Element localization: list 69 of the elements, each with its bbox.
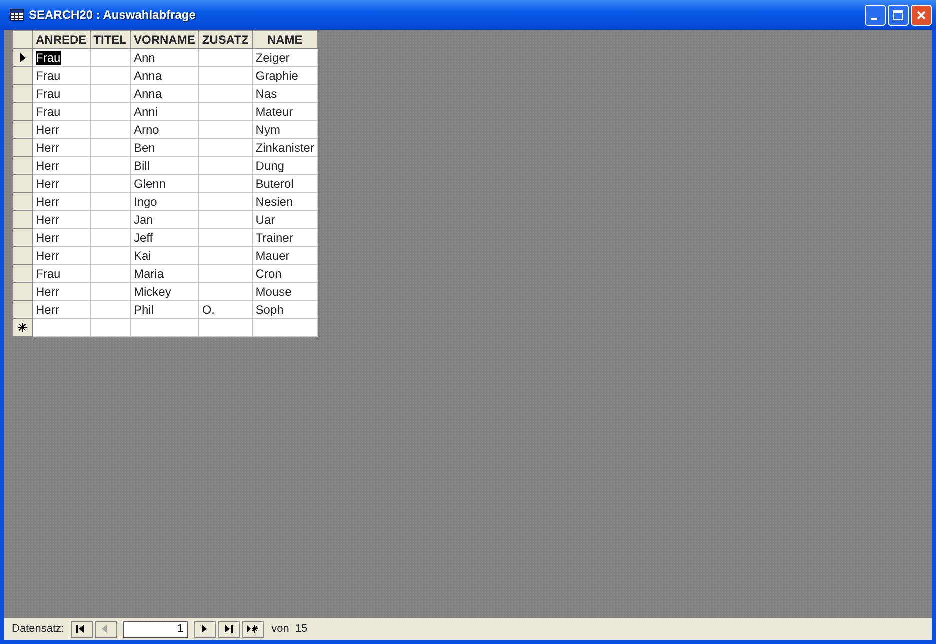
table-cell: Herr (36, 122, 60, 136)
column-header[interactable]: VORNAME (130, 30, 199, 48)
table-cell: Anni (134, 104, 158, 118)
table-cell: Herr (36, 284, 60, 298)
table-cell: Maria (134, 266, 164, 280)
table-cell: Trainer (256, 230, 294, 244)
table-cell: Graphie (256, 68, 298, 82)
table-cell: Herr (36, 194, 60, 208)
table-cell: Arno (134, 122, 160, 136)
table-cell: Mateur (256, 104, 294, 118)
table-cell: Nesien (256, 194, 294, 208)
table-cell: Jeff (134, 230, 154, 244)
record-label: Datensatz: (12, 622, 65, 637)
table-cell: Herr (36, 158, 60, 172)
table-cell: Mickey (134, 284, 172, 298)
column-header[interactable]: ANREDE (32, 30, 90, 48)
table-cell: Zinkanister (256, 140, 314, 154)
table-cell: Mouse (256, 284, 292, 298)
close-button[interactable] (911, 4, 932, 26)
column-header[interactable]: ZUSATZ (198, 30, 252, 48)
table-cell: Kai (134, 248, 152, 262)
table-cell: Frau (36, 266, 61, 280)
table-cell: Herr (36, 302, 60, 316)
table-cell: Anna (134, 86, 162, 100)
table-cell: Herr (36, 230, 60, 244)
table-cell: Uar (256, 212, 276, 226)
table-cell: Ingo (134, 194, 158, 208)
table-cell: Bill (134, 158, 150, 172)
record-number-field[interactable]: 1 (122, 620, 188, 638)
new-record-icon (18, 323, 27, 332)
table-cell: O. (202, 302, 216, 316)
table-cell: Buterol (256, 176, 294, 190)
datasheet-icon (10, 9, 24, 21)
column-header[interactable]: TITEL (90, 30, 130, 48)
new-record-button[interactable] (242, 620, 264, 638)
table-cell: Frau (36, 50, 61, 64)
table-cell: Nas (256, 86, 278, 100)
maximize-icon (893, 10, 904, 20)
table-cell: Anna (134, 68, 162, 82)
table-cell: Herr (36, 212, 60, 226)
table-cell: Cron (256, 266, 282, 280)
table-cell: Frau (36, 104, 61, 118)
first-record-button[interactable] (70, 620, 93, 638)
table-cell: Zeiger (256, 50, 290, 64)
table-cell: Ben (134, 140, 156, 154)
next-record-button[interactable] (194, 620, 216, 638)
table-cell: Mauer (256, 248, 290, 262)
minimize-button[interactable] (865, 4, 886, 26)
table-cell: Frau (36, 68, 61, 82)
maximize-button[interactable] (888, 4, 909, 26)
table-cell: Jan (134, 212, 154, 226)
new-record-icon (246, 624, 259, 634)
table-cell: Herr (36, 176, 60, 190)
table-cell: Herr (36, 248, 60, 262)
table-cell: Phil (134, 302, 154, 316)
window-title: SEARCH20 : Auswahlabfrage (29, 7, 196, 24)
column-header[interactable]: NAME (252, 30, 318, 48)
table-cell: Glenn (134, 176, 166, 190)
last-record-icon (222, 624, 235, 634)
record-count: von 15 (272, 622, 308, 637)
close-icon (916, 10, 927, 20)
table-cell: Ann (134, 50, 156, 64)
table-cell: Soph (256, 302, 284, 316)
table-cell: Dung (256, 158, 284, 172)
last-record-button[interactable] (218, 620, 240, 638)
table-cell: Herr (36, 140, 60, 154)
table-cell: Nym (256, 122, 280, 136)
table-cell: Frau (36, 86, 61, 100)
minimize-icon (871, 18, 877, 20)
